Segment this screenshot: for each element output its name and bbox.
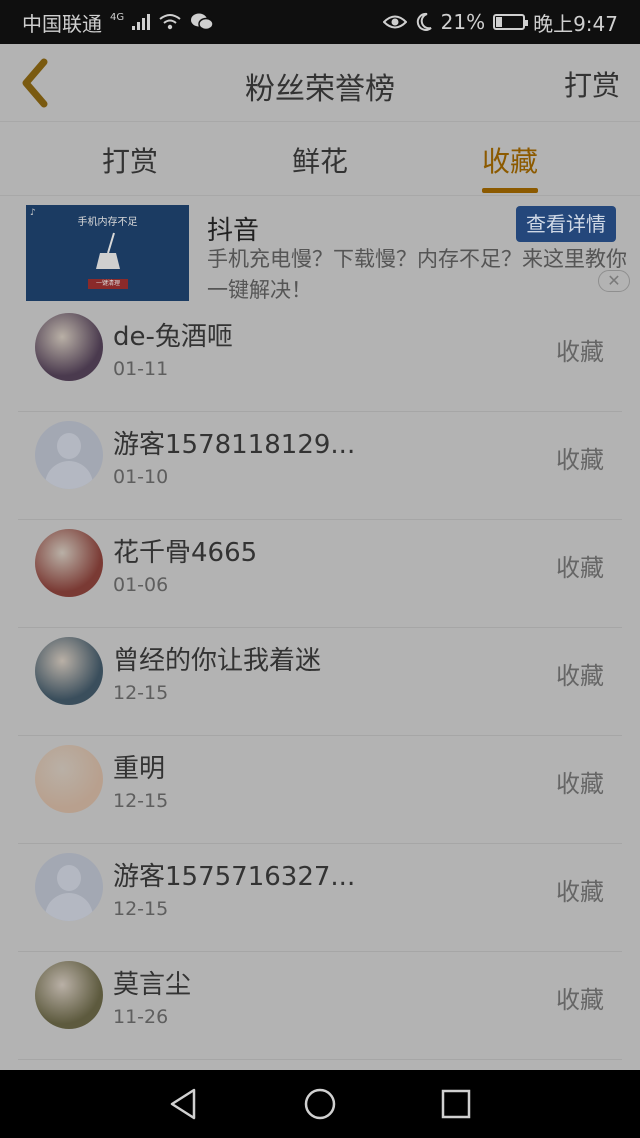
avatar[interactable] — [35, 529, 103, 597]
battery-icon — [493, 14, 529, 30]
user-name: 游客1575716327... — [113, 862, 356, 892]
list-item[interactable]: 游客1578118129... 01-10 收藏 — [18, 412, 622, 520]
page: 中国联通 4G 21% 晚上9:47 粉丝荣誉榜 打赏 打赏 鲜花 收藏 ♪ 手… — [0, 0, 640, 1138]
tab-label: 鲜花 — [291, 145, 348, 178]
tab-favorites[interactable]: 收藏 — [450, 140, 570, 193]
navigation-bar — [0, 1070, 640, 1138]
user-name: 曾经的你让我着迷 — [113, 646, 322, 676]
triangle-back-icon — [170, 1088, 196, 1120]
tab-reward[interactable]: 打赏 — [70, 140, 190, 180]
user-name: 花千骨4665 — [113, 538, 258, 568]
status-bar: 中国联通 4G 21% 晚上9:47 — [0, 0, 640, 44]
action-type-label: 收藏 — [556, 554, 604, 582]
default-avatar-body — [45, 893, 93, 921]
ad-banner[interactable]: ♪ 手机内存不足 一键清理 抖音 手机充电慢？下载慢？内存不足？来这里教你一键解… — [0, 202, 640, 302]
ad-image-title: 手机内存不足 — [77, 217, 138, 228]
broom-icon — [96, 232, 120, 269]
list-item[interactable]: 莫言尘 11-26 收藏 — [18, 952, 622, 1060]
ad-app-name: 抖音 — [207, 216, 260, 246]
favorite-date: 01-11 — [113, 358, 169, 380]
ad-image: ♪ 手机内存不足 一键清理 — [26, 205, 189, 301]
tab-bar: 打赏 鲜花 收藏 — [0, 122, 640, 196]
circle-home-icon — [304, 1088, 336, 1120]
battery-percent: 21% — [440, 10, 486, 34]
user-name: de-兔酒咂 — [113, 322, 233, 352]
nav-home-button[interactable] — [300, 1084, 340, 1124]
action-type-label: 收藏 — [556, 446, 604, 474]
favorite-date: 01-10 — [113, 466, 169, 488]
avatar[interactable] — [35, 961, 103, 1029]
square-recents-icon — [441, 1089, 471, 1119]
title-bar: 粉丝荣誉榜 打赏 — [0, 44, 640, 122]
list-item[interactable]: 重明 12-15 收藏 — [18, 736, 622, 844]
action-type-label: 收藏 — [556, 878, 604, 906]
avatar[interactable] — [35, 421, 103, 489]
action-type-label: 收藏 — [556, 986, 604, 1014]
default-avatar-body — [45, 461, 93, 489]
page-title: 粉丝荣誉榜 — [245, 72, 395, 107]
favorite-date: 12-15 — [113, 790, 169, 812]
list-item[interactable]: 曾经的你让我着迷 12-15 收藏 — [18, 628, 622, 736]
default-avatar-head — [57, 433, 81, 459]
status-left: 中国联通 4G — [22, 8, 214, 37]
tab-label: 打赏 — [101, 145, 158, 178]
avatar[interactable] — [35, 637, 103, 705]
user-name: 莫言尘 — [113, 970, 192, 1000]
action-type-label: 收藏 — [556, 770, 604, 798]
tab-flowers[interactable]: 鲜花 — [260, 140, 380, 180]
list-item[interactable]: 花千骨4665 01-06 收藏 — [18, 520, 622, 628]
close-icon: ✕ — [607, 271, 621, 290]
nav-recents-button[interactable] — [436, 1084, 476, 1124]
reward-button[interactable]: 打赏 — [564, 64, 620, 104]
status-right: 21% 晚上9:47 — [382, 8, 618, 37]
tab-label: 收藏 — [481, 145, 538, 178]
favorites-list: de-兔酒咂 01-11 收藏 游客1578118129... 01-10 收藏 花千骨46… — [0, 304, 640, 1060]
eye-comfort-icon — [382, 15, 407, 29]
battery-fill — [496, 17, 502, 27]
ad-close-button[interactable]: ✕ — [598, 270, 630, 292]
user-name: 重明 — [113, 754, 166, 784]
action-type-label: 收藏 — [556, 338, 604, 366]
favorite-date: 01-06 — [113, 574, 169, 596]
signal-icon — [132, 14, 151, 30]
network-type-label: 4G — [110, 11, 125, 23]
avatar[interactable] — [35, 313, 103, 381]
default-avatar-head — [57, 865, 81, 891]
ad-image-button: 一键清理 — [88, 279, 128, 289]
ad-view-details-button[interactable]: 查看详情 — [516, 206, 616, 242]
list-item[interactable]: de-兔酒咂 01-11 收藏 — [18, 304, 622, 412]
list-item[interactable]: 游客1575716327... 12-15 收藏 — [18, 844, 622, 952]
active-tab-indicator — [482, 188, 538, 193]
moon-icon — [416, 12, 432, 31]
user-name: 游客1578118129... — [113, 430, 356, 460]
carrier-label: 中国联通 — [22, 11, 102, 36]
action-type-label: 收藏 — [556, 662, 604, 690]
wechat-icon — [191, 13, 214, 31]
clock: 晚上9:47 — [533, 11, 618, 36]
ad-description: 手机充电慢？下载慢？内存不足？来这里教你一键解决！ — [207, 247, 627, 302]
avatar[interactable] — [35, 745, 103, 813]
favorite-date: 12-15 — [113, 898, 169, 920]
favorite-date: 11-26 — [113, 1006, 169, 1028]
favorite-date: 12-15 — [113, 682, 169, 704]
nav-back-button[interactable] — [164, 1084, 204, 1124]
wifi-icon — [159, 14, 181, 30]
avatar[interactable] — [35, 853, 103, 921]
